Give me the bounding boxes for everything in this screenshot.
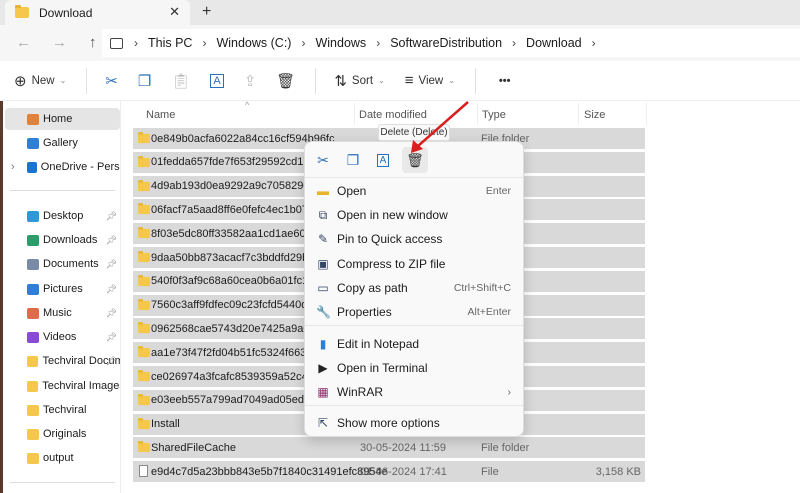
annotation-arrow — [411, 101, 469, 153]
arrow-line — [417, 101, 469, 147]
